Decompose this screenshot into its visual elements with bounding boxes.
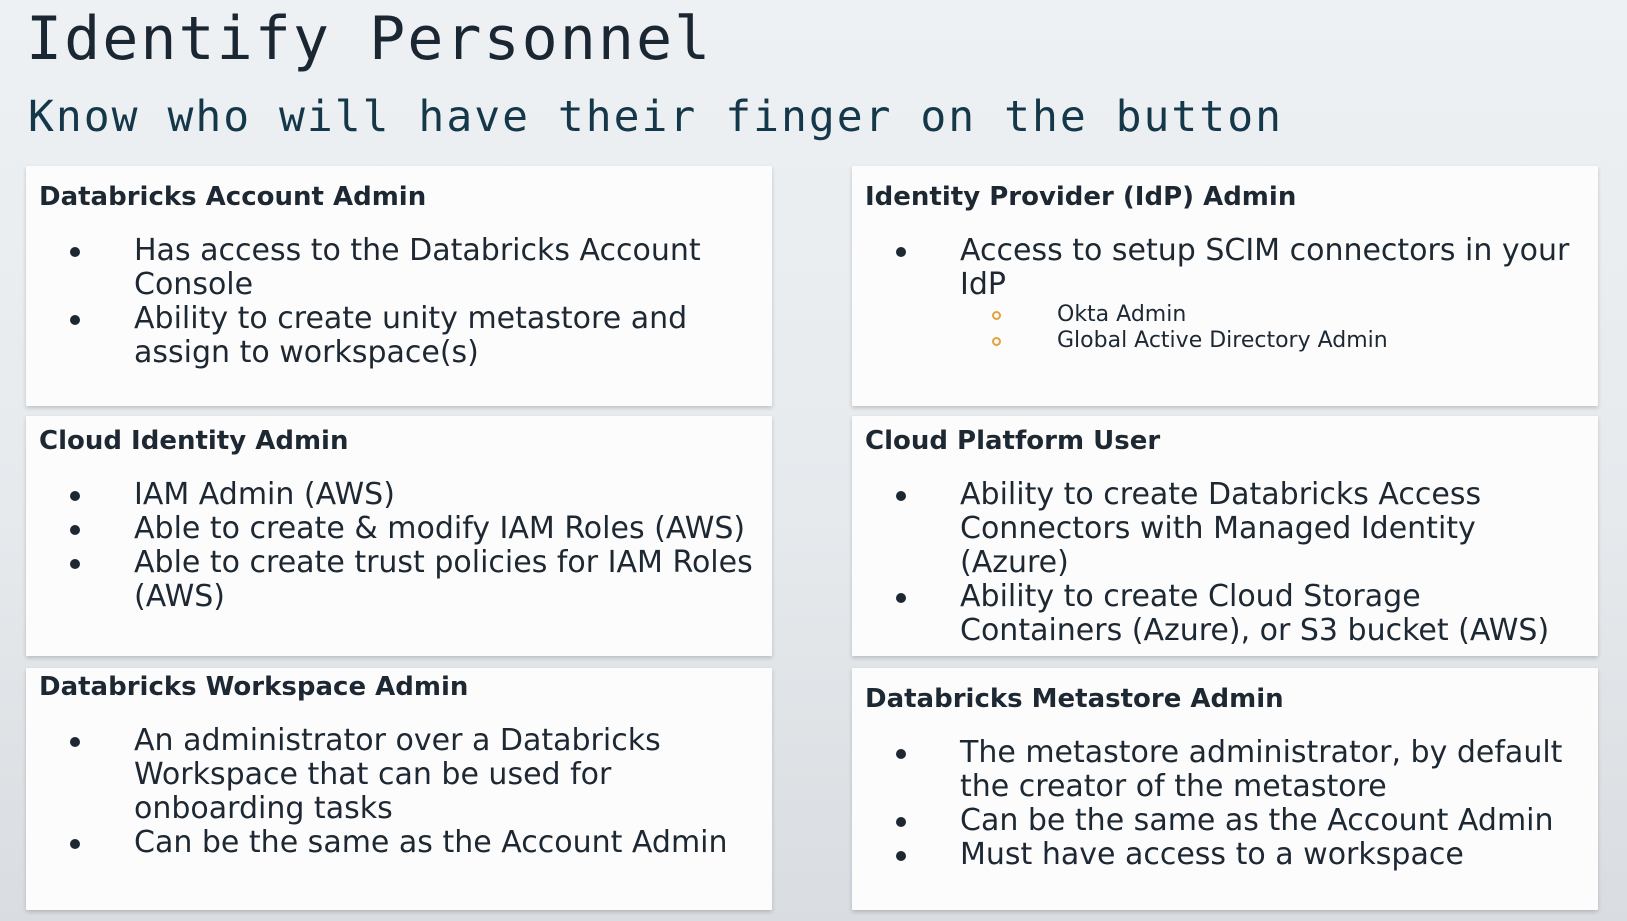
slide-subtitle: Know who will have their finger on the b… — [28, 92, 1283, 142]
slide-title: Identify Personnel — [26, 4, 713, 74]
card-idp-admin: Identity Provider (IdP) Admin Access to … — [852, 166, 1598, 406]
list-item: IAM Admin (AWS) — [26, 478, 772, 512]
card-metastore-admin: Databricks Metastore Admin The metastore… — [852, 668, 1598, 910]
list-item: Able to create & modify IAM Roles (AWS) — [26, 512, 772, 546]
bullet-icon — [896, 749, 906, 759]
bullet-icon — [70, 315, 80, 325]
bullet-icon — [896, 593, 906, 603]
list-item-text: Has access to the Databricks Account Con… — [134, 233, 701, 302]
list-item-text: Ability to create Databricks Access Conn… — [960, 477, 1482, 580]
sub-list-item: Global Active Directory Admin — [852, 328, 1598, 354]
list-item-text: Able to create trust policies for IAM Ro… — [134, 545, 753, 614]
circle-bullet-icon — [992, 311, 1001, 320]
bullet-icon — [70, 559, 80, 569]
list-item: Ability to create unity metastore and as… — [26, 302, 772, 370]
bullet-icon — [896, 817, 906, 827]
bullet-icon — [896, 491, 906, 501]
list-item-text: Can be the same as the Account Admin — [134, 825, 728, 860]
list-item-text: Must have access to a workspace — [960, 837, 1464, 872]
list-item-text: Access to setup SCIM connectors in your … — [960, 233, 1570, 302]
list-item: An administrator over a Databricks Works… — [26, 724, 772, 826]
card-workspace-admin: Databricks Workspace Admin An administra… — [26, 668, 772, 910]
card-title: Databricks Workspace Admin — [39, 672, 469, 702]
list-item: Able to create trust policies for IAM Ro… — [26, 546, 772, 614]
list-item: Access to setup SCIM connectors in your … — [852, 234, 1598, 302]
bullet-icon — [70, 491, 80, 501]
sub-list-item-text: Okta Admin — [1057, 302, 1187, 327]
list-item-text: IAM Admin (AWS) — [134, 477, 395, 512]
list-item: The metastore administrator, by default … — [852, 736, 1598, 804]
list-item-text: An administrator over a Databricks Works… — [134, 723, 661, 826]
list-item-text: Ability to create unity metastore and as… — [134, 301, 688, 370]
list-item: Can be the same as the Account Admin — [26, 826, 772, 860]
card-title: Identity Provider (IdP) Admin — [865, 182, 1297, 212]
sub-list-item-text: Global Active Directory Admin — [1057, 328, 1388, 353]
list-item: Ability to create Databricks Access Conn… — [852, 478, 1598, 580]
list-item: Ability to create Cloud Storage Containe… — [852, 580, 1598, 648]
card-cloud-platform-user: Cloud Platform User Ability to create Da… — [852, 416, 1598, 656]
bullet-icon — [896, 851, 906, 861]
card-title: Databricks Metastore Admin — [865, 684, 1284, 714]
card-account-admin: Databricks Account Admin Has access to t… — [26, 166, 772, 406]
bullet-icon — [70, 247, 80, 257]
card-title: Databricks Account Admin — [39, 182, 427, 212]
list-item-text: Able to create & modify IAM Roles (AWS) — [134, 511, 746, 546]
list-item: Can be the same as the Account Admin — [852, 804, 1598, 838]
card-title: Cloud Platform User — [865, 426, 1161, 456]
list-item: Must have access to a workspace — [852, 838, 1598, 872]
bullet-icon — [70, 737, 80, 747]
list-item-text: The metastore administrator, by default … — [960, 735, 1563, 804]
bullet-icon — [70, 839, 80, 849]
bullet-icon — [896, 247, 906, 257]
circle-bullet-icon — [992, 337, 1001, 346]
list-item: Has access to the Databricks Account Con… — [26, 234, 772, 302]
list-item-text: Can be the same as the Account Admin — [960, 803, 1554, 838]
card-cloud-identity-admin: Cloud Identity Admin IAM Admin (AWS) Abl… — [26, 416, 772, 656]
sub-list-item: Okta Admin — [852, 302, 1598, 328]
list-item-text: Ability to create Cloud Storage Containe… — [960, 579, 1550, 648]
bullet-icon — [70, 525, 80, 535]
card-title: Cloud Identity Admin — [39, 426, 349, 456]
